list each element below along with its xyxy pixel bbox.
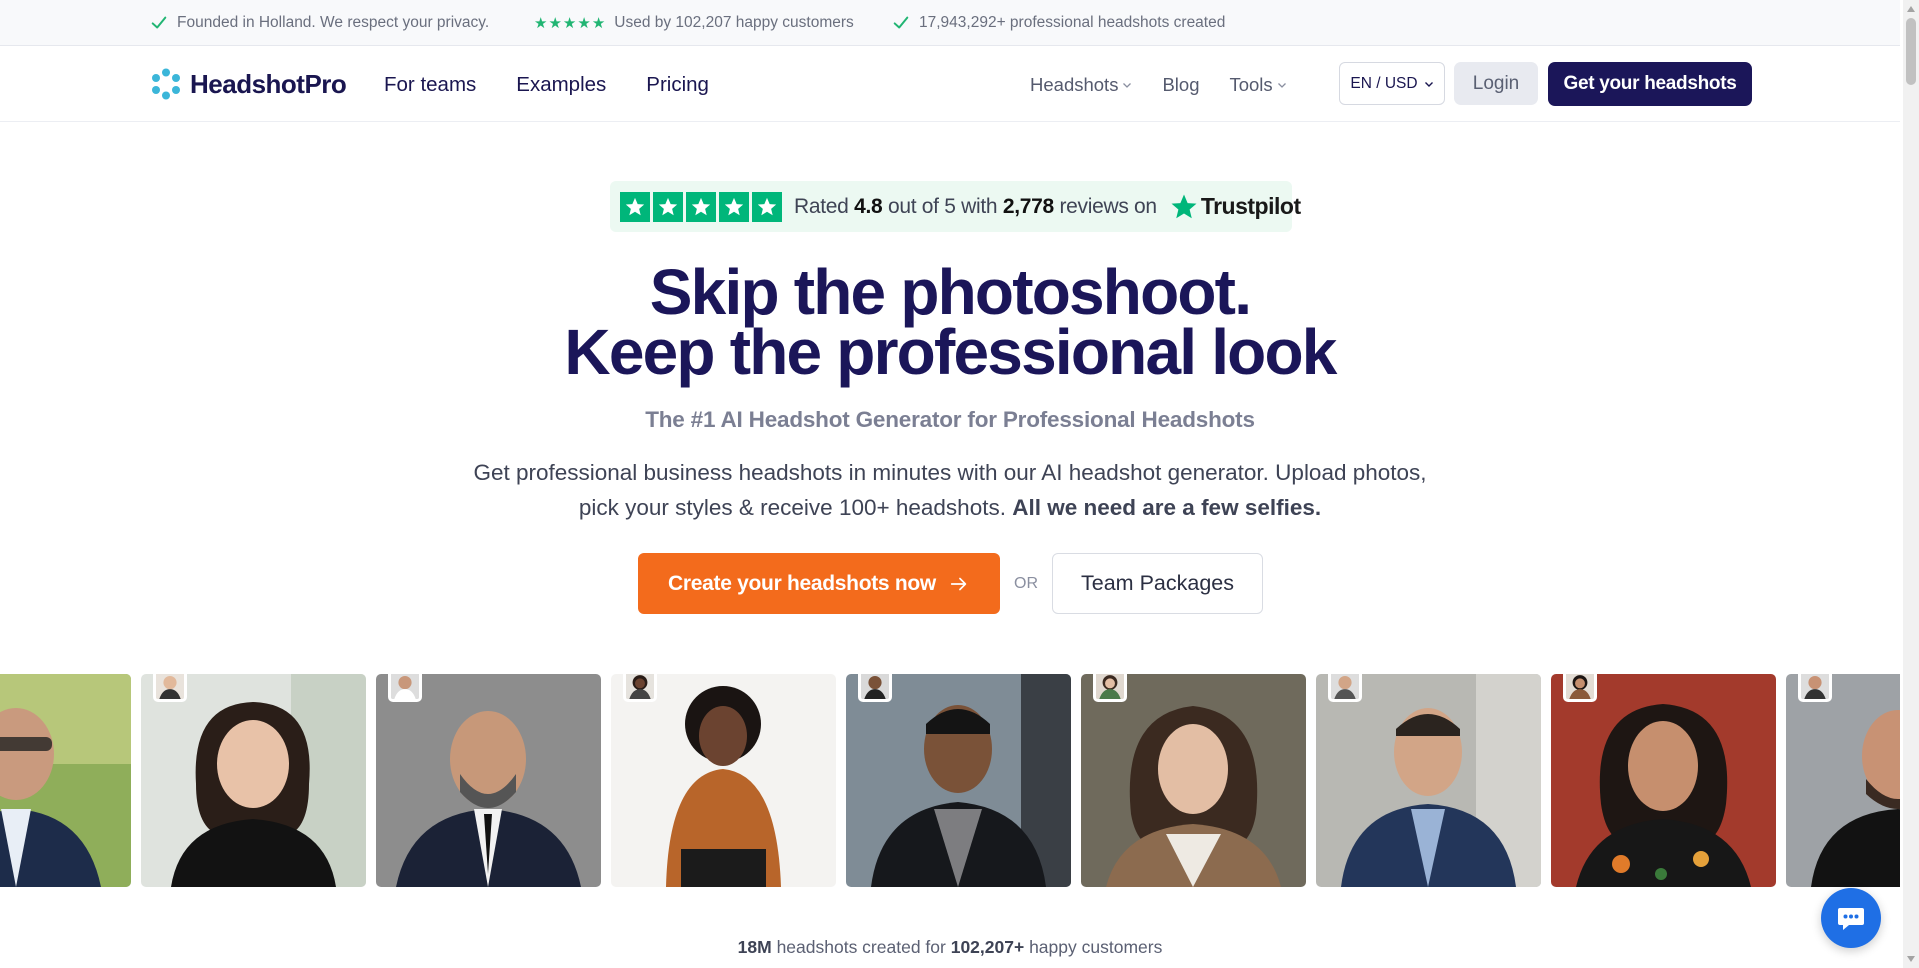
hero-description: Get professional business headshots in m… — [460, 455, 1440, 525]
rated-prefix: Rated — [794, 194, 849, 218]
headshots-text: 17,943,292+ professional headshots creat… — [919, 14, 1226, 31]
logo-text: HeadshotPro — [190, 68, 347, 99]
tools-label: Tools — [1229, 73, 1273, 95]
hero-title: Skip the photoshoot. Keep the profession… — [0, 260, 1900, 384]
headshot-photo[interactable] — [1551, 674, 1776, 887]
check-icon — [151, 16, 167, 29]
blog-label: Blog — [1162, 73, 1200, 95]
main-nav: HeadshotPro For teams Examples Pricing H… — [0, 47, 1900, 122]
headshot-photo[interactable] — [611, 674, 836, 887]
rating-value: 4.8 — [854, 194, 883, 218]
nav-link-examples[interactable]: Examples — [516, 73, 606, 97]
headshot-photo[interactable] — [0, 674, 131, 887]
chevron-down-icon — [1123, 82, 1132, 88]
logo[interactable]: HeadshotPro — [150, 68, 347, 100]
selfie-thumbnail — [1798, 674, 1832, 702]
stats-text1: headshots created for — [776, 937, 946, 957]
chevron-down-icon — [1277, 82, 1286, 88]
nav-link-for-teams[interactable]: For teams — [384, 73, 476, 97]
star-icon — [719, 191, 749, 222]
headshot-photo[interactable] — [376, 674, 601, 887]
customers-count: 102,207+ — [950, 937, 1025, 957]
chat-icon — [1838, 908, 1864, 930]
scroll-down-arrow-icon[interactable] — [1907, 956, 1915, 962]
headshots-label: Headshots — [1030, 73, 1119, 95]
privacy-text: Founded in Holland. We respect your priv… — [177, 14, 490, 31]
stats-text2: happy customers — [1029, 937, 1163, 957]
trustpilot-brand-text: Trustpilot — [1200, 193, 1301, 219]
headshot-photo[interactable] — [1316, 674, 1541, 887]
secondary-links: Headshots Blog Tools — [1030, 47, 1317, 122]
check-icon — [893, 16, 909, 29]
selfie-thumbnail — [388, 674, 422, 702]
description-bold: All we need are a few selfies. — [1012, 495, 1322, 520]
trustpilot-stars — [620, 191, 782, 222]
rating-suffix: reviews on — [1059, 194, 1157, 218]
scroll-up-arrow-icon[interactable] — [1907, 6, 1915, 12]
hero-title-line2: Keep the professional look — [564, 316, 1337, 388]
headshot-photo[interactable] — [1786, 674, 1900, 887]
nav-link-pricing[interactable]: Pricing — [646, 73, 709, 97]
headshot-photo[interactable] — [141, 674, 366, 887]
star-icon — [653, 191, 683, 222]
selfie-thumbnail — [1328, 674, 1362, 702]
headshot-photo[interactable] — [846, 674, 1071, 887]
create-headshots-button[interactable]: Create your headshots now — [638, 553, 1000, 614]
rating-text: Rated 4.8 out of 5 with 2,778 reviews on — [794, 195, 1157, 219]
create-headshots-label: Create your headshots now — [668, 571, 936, 595]
team-packages-button[interactable]: Team Packages — [1052, 553, 1263, 614]
chat-button[interactable] — [1821, 888, 1881, 948]
privacy-notice: Founded in Holland. We respect your priv… — [150, 0, 489, 46]
chevron-down-icon — [1424, 81, 1433, 87]
customers-text: Used by 102,207 happy customers — [614, 14, 854, 31]
trustpilot-logo: Trustpilot — [1169, 192, 1301, 222]
language-currency-select[interactable]: EN / USD — [1339, 62, 1445, 105]
star-icon — [686, 191, 716, 222]
headshots-count: 18M — [737, 937, 772, 957]
scrollbar-thumb[interactable] — [1906, 18, 1916, 85]
rating-middle: out of 5 with — [887, 194, 998, 218]
selfie-thumbnail — [1563, 674, 1597, 702]
selfie-thumbnail — [623, 674, 657, 702]
headshots-notice: 17,943,292+ professional headshots creat… — [892, 0, 1225, 46]
selfie-thumbnail — [153, 674, 187, 702]
star-icon — [620, 191, 650, 222]
stats-line: 18M headshots created for 102,207+ happy… — [0, 937, 1900, 958]
arrow-right-icon — [950, 577, 967, 590]
nav-dropdown-tools[interactable]: Tools — [1229, 74, 1286, 96]
headshot-photo[interactable] — [1081, 674, 1306, 887]
or-separator: OR — [1014, 575, 1038, 592]
nav-dropdown-headshots[interactable]: Headshots — [1030, 74, 1132, 96]
review-count: 2,778 — [1002, 194, 1054, 218]
logo-icon — [152, 68, 180, 100]
rating-stars-icon: ★ ★ ★ ★ ★ — [534, 14, 606, 32]
selfie-thumbnail — [858, 674, 892, 702]
get-headshots-button[interactable]: Get your headshots — [1548, 62, 1752, 106]
primary-links: For teams Examples Pricing — [384, 47, 749, 122]
hero-subtitle: The #1 AI Headshot Generator for Profess… — [645, 407, 1255, 432]
selfie-thumbnail — [1093, 674, 1127, 702]
trustpilot-rating[interactable]: Rated 4.8 out of 5 with 2,778 reviews on… — [610, 181, 1301, 232]
language-label: EN / USD — [1350, 74, 1418, 92]
star-icon — [752, 191, 782, 222]
trustpilot-star-icon — [1171, 194, 1197, 218]
announcement-bar: Founded in Holland. We respect your priv… — [0, 0, 1900, 46]
customers-notice: ★ ★ ★ ★ ★ Used by 102,207 happy customers — [534, 0, 854, 46]
nav-link-blog[interactable]: Blog — [1162, 74, 1199, 96]
login-button[interactable]: Login — [1454, 62, 1538, 105]
headshot-gallery — [0, 674, 1900, 887]
page-scrollbar[interactable] — [1903, 0, 1919, 968]
